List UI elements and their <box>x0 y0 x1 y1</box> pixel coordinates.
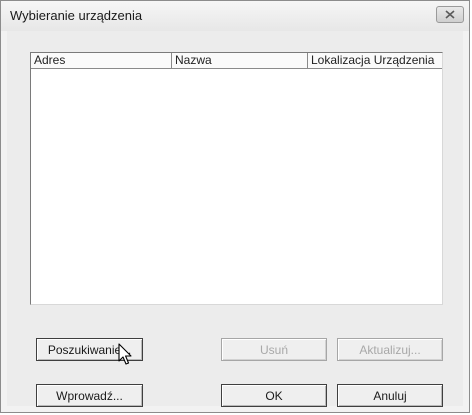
device-list[interactable]: Adres Nazwa Lokalizacja Urządzenia <box>30 52 443 305</box>
close-icon <box>445 10 455 19</box>
ok-button[interactable]: OK <box>221 384 327 407</box>
title-bar[interactable]: Wybieranie urządzenia <box>1 1 469 31</box>
mouse-pointer-icon <box>118 343 132 365</box>
remove-button[interactable]: Usuń <box>221 338 327 361</box>
update-button[interactable]: Aktualizuj... <box>337 338 443 361</box>
column-header-location[interactable]: Lokalizacja Urządzenia <box>308 53 442 69</box>
column-header-name[interactable]: Nazwa <box>172 53 308 69</box>
enter-button[interactable]: Wprowadź... <box>36 384 143 407</box>
window-title: Wybieranie urządzenia <box>10 8 143 23</box>
list-header: Adres Nazwa Lokalizacja Urządzenia <box>31 53 442 69</box>
column-header-address[interactable]: Adres <box>31 53 172 69</box>
close-button[interactable] <box>436 6 464 23</box>
cancel-button[interactable]: Anuluj <box>337 384 443 407</box>
